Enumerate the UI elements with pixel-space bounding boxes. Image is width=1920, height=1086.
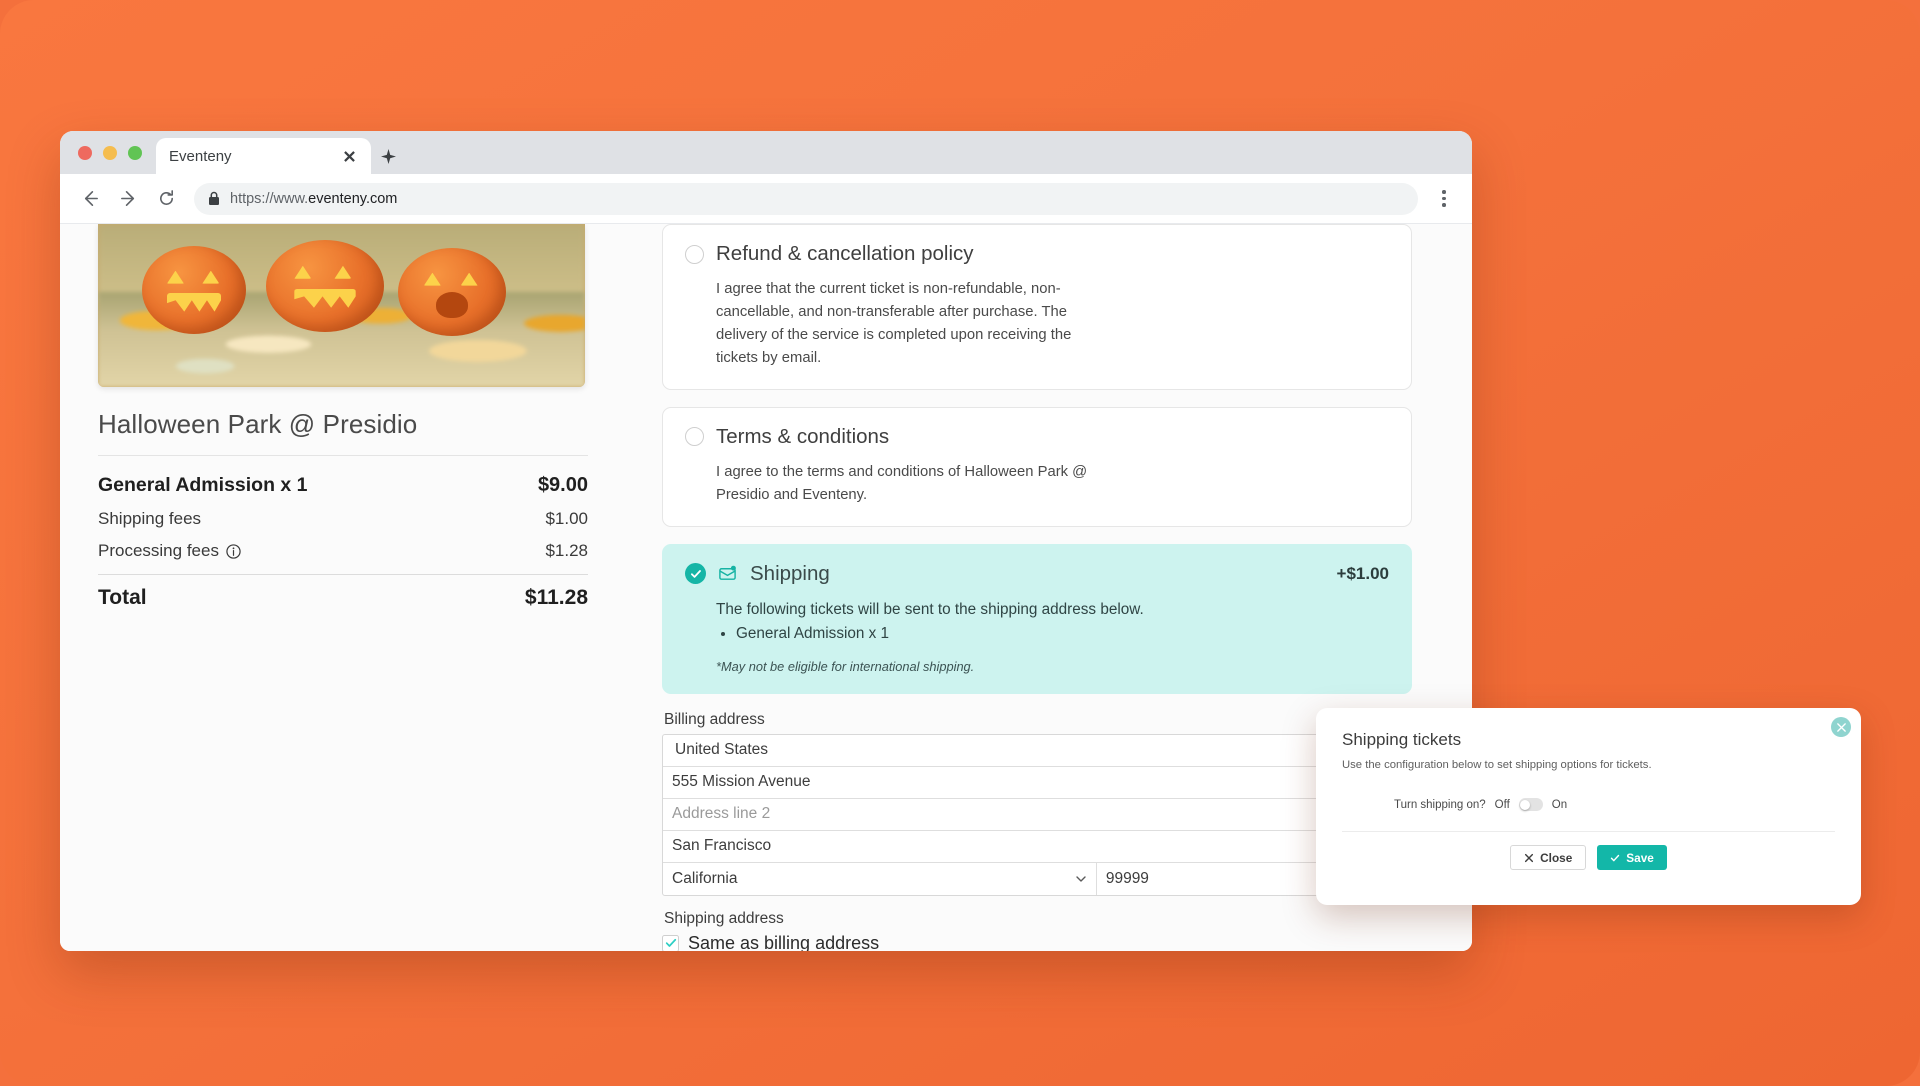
refund-policy-title: Refund & cancellation policy (716, 242, 974, 265)
shipping-ticket-item: General Admission x 1 (736, 622, 1389, 646)
tab-title: Eventeny (169, 147, 232, 165)
event-title: Halloween Park @ Presidio (98, 409, 418, 439)
info-icon[interactable] (226, 543, 241, 559)
shipping-selected-check-icon[interactable] (685, 563, 706, 585)
billing-address1-field[interactable]: 555 Mission Avenue (663, 767, 1411, 799)
browser-tab[interactable]: Eventeny (156, 138, 371, 174)
billing-city-field[interactable]: San Francisco (663, 831, 1411, 863)
browser-menu-icon[interactable] (1430, 183, 1458, 215)
back-icon[interactable] (74, 183, 106, 215)
pumpkin-center (266, 240, 384, 332)
popover-save-button-label: Save (1626, 850, 1654, 865)
shipping-toggle-row: Turn shipping on? Off On (1342, 798, 1835, 811)
shipping-fee-label: Shipping fees (98, 509, 202, 528)
order-total-row: Total $11.28 (98, 575, 588, 614)
processing-fee-value: $1.28 (545, 541, 588, 560)
same-as-billing-checkbox[interactable] (662, 934, 679, 951)
popover-divider (1342, 831, 1835, 832)
order-line-shipping-fee: Shipping fees $1.00 (98, 501, 588, 533)
billing-country-field[interactable]: United States (663, 735, 1411, 767)
tab-close-icon[interactable] (340, 147, 358, 165)
processing-fee-text: Processing fees (98, 541, 219, 560)
page-viewport: Halloween Park @ Presidio General Admiss… (60, 224, 1472, 951)
total-label: Total (98, 586, 147, 609)
reload-icon[interactable] (150, 183, 182, 215)
billing-state-zip-row: California 99999 (663, 862, 1411, 895)
new-tab-icon[interactable] (371, 138, 405, 174)
terms-conditions-title: Terms & conditions (716, 424, 890, 448)
browser-window: Eventeny https://www.eventeny.com Hallow… (60, 131, 1472, 951)
shipping-option-price: +$1.00 (1336, 563, 1389, 583)
popover-close-icon[interactable] (1831, 717, 1851, 737)
address-bar[interactable]: https://www.eventeny.com (194, 182, 1418, 215)
pumpkin-left (142, 246, 246, 334)
refund-policy-radio[interactable] (685, 244, 704, 264)
forward-icon[interactable] (112, 183, 144, 215)
shipping-tickets-popover: Shipping tickets Use the configuration b… (1316, 708, 1861, 905)
pumpkin-right (398, 248, 506, 336)
shipping-option-body: The following tickets will be sent to th… (685, 598, 1389, 646)
shipping-ticket-list: General Admission x 1 (736, 622, 1389, 646)
same-as-billing-label: Same as billing address (688, 932, 880, 951)
order-line-processing-fee: Processing fees $1.28 (98, 533, 588, 565)
popover-close-button-label: Close (1540, 850, 1573, 865)
terms-conditions-radio[interactable] (685, 427, 704, 447)
toggle-off-label: Off (1494, 798, 1510, 811)
popover-subtitle: Use the configuration below to set shipp… (1342, 759, 1652, 771)
billing-state-value: California (672, 869, 738, 887)
processing-fee-label: Processing fees (98, 541, 241, 561)
total-value: $11.28 (524, 586, 588, 609)
order-summary-panel: Halloween Park @ Presidio General Admiss… (60, 224, 620, 951)
shipping-option-card[interactable]: Shipping +$1.00 The following tickets wi… (662, 543, 1412, 694)
toggle-on-label: On (1551, 798, 1568, 811)
minimize-window-dot[interactable] (103, 145, 117, 160)
refund-policy-body: I agree that the current ticket is non-r… (716, 281, 1072, 366)
popover-save-button[interactable]: Save (1597, 845, 1667, 870)
billing-address-label: Billing address (664, 710, 765, 728)
billing-address2-field[interactable]: Address line 2 (663, 799, 1411, 831)
browser-toolbar: https://www.eventeny.com (60, 174, 1472, 224)
order-item-label: General Admission x 1 (98, 474, 308, 496)
order-line-item: General Admission x 1 $9.00 (98, 456, 588, 501)
popover-title: Shipping tickets (1342, 730, 1462, 749)
terms-conditions-card[interactable]: Terms & conditions I agree to the terms … (662, 406, 1412, 527)
shipping-option-description: The following tickets will be sent to th… (716, 600, 1144, 618)
shipping-mail-icon (718, 564, 737, 583)
shipping-eligibility-note: *May not be eligible for international s… (716, 658, 975, 674)
billing-address-form: United States 555 Mission Avenue Address… (662, 733, 1412, 896)
address-bar-url: https://www.eventeny.com (230, 190, 398, 207)
event-hero-image (98, 224, 585, 387)
close-window-dot[interactable] (78, 145, 92, 160)
browser-tab-strip: Eventeny (60, 131, 1472, 174)
shipping-toggle-question: Turn shipping on? (1394, 798, 1486, 811)
terms-conditions-body: I agree to the terms and conditions of H… (716, 463, 1088, 503)
window-controls (75, 131, 156, 174)
close-icon (1525, 853, 1534, 862)
shipping-fee-value: $1.00 (545, 509, 588, 528)
order-item-value: $9.00 (537, 474, 588, 496)
popover-close-button[interactable]: Close (1510, 845, 1587, 870)
lock-icon (208, 191, 220, 206)
billing-state-select[interactable]: California (663, 862, 1097, 895)
maximize-window-dot[interactable] (128, 145, 142, 160)
popover-actions: Close Save (1342, 845, 1835, 870)
shipping-toggle-switch[interactable] (1518, 798, 1543, 811)
shipping-address-label: Shipping address (664, 909, 784, 927)
refund-policy-card[interactable]: Refund & cancellation policy I agree tha… (662, 224, 1412, 390)
check-icon (1611, 854, 1620, 861)
same-as-billing-row[interactable]: Same as billing address (662, 933, 1412, 951)
shipping-option-title: Shipping (750, 561, 830, 585)
chevron-down-icon (1076, 876, 1086, 882)
